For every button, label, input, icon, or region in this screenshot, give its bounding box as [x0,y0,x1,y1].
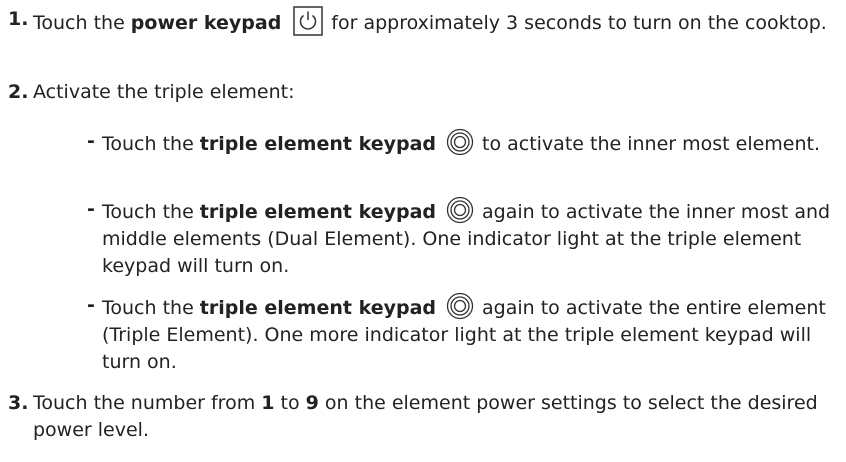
step-text-before: Touch the number from [33,392,262,414]
triple-element-keypad-label: triple element keypad [199,201,436,223]
step-text-before: Touch the [33,12,131,34]
step-2: 2. Activate the triple element: [0,79,846,106]
bullet-3: - Touch the triple element keypad again t… [75,292,846,376]
bullet-text-after: to activate the inner most element. [482,133,821,155]
bullet-dash: - [87,198,95,220]
triple-element-icon [446,128,474,156]
step-text-after: for approximately 3 seconds to turn on t… [331,12,827,34]
bullet-1: - Touch the triple element keypad to acti… [75,128,846,158]
step-3: 3. Touch the number from 1 to 9 on the e… [0,390,846,444]
triple-element-keypad-label: triple element keypad [199,297,436,319]
bullet-dash: - [87,130,95,152]
bullet-text-before: Touch the [102,133,200,155]
power-level-min: 1 [261,392,275,414]
power-icon [293,6,324,36]
bullet-2: - Touch the triple element keypad again t… [75,196,846,280]
triple-element-keypad-label: triple element keypad [199,133,436,155]
step-text-mid: to [274,392,306,414]
step-number: 3. [8,392,29,414]
instructions-page: 1. Touch the power keypad for approximate… [0,0,846,462]
triple-element-icon [446,292,474,320]
step-number: 1. [8,8,29,30]
step-number: 2. [8,81,29,103]
bullet-dash: - [87,294,95,316]
triple-element-icon [446,196,474,224]
power-level-max: 9 [305,392,319,414]
bullet-text-before: Touch the [102,201,200,223]
power-keypad-label: power keypad [130,12,282,34]
step-text: Activate the triple element: [33,81,295,103]
bullet-text-before: Touch the [102,297,200,319]
step-1: 1. Touch the power keypad for approximate… [0,6,846,37]
